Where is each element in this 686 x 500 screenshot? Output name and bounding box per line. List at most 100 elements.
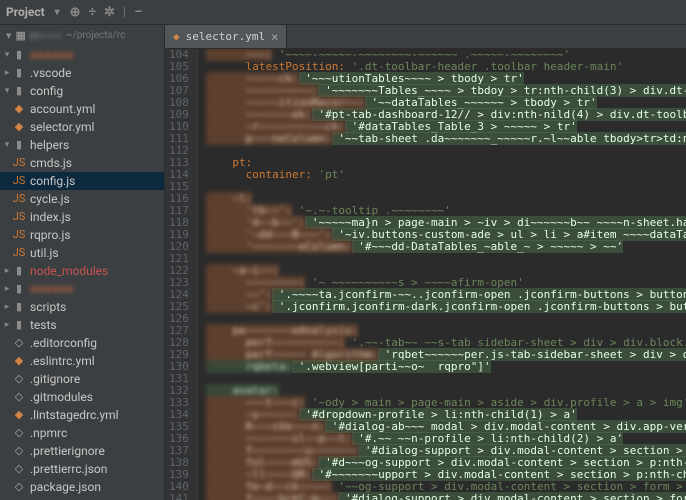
project-sidebar: ▾ ▦ rc~~~ ~/projects/rc ▾▮■■■■■■▸▮.vscod… [0,25,165,500]
tree-item-label: ■■■■■■ [30,47,74,63]
tree-row[interactable]: ▸▮.vscode [0,64,164,82]
tree-row[interactable]: ▸▮node_modules [0,262,164,280]
dir-icon: ▮ [12,83,26,99]
tree-row[interactable]: ◆selector.yml [0,118,164,136]
tree-row[interactable]: ◇.prettierignore [0,442,164,460]
tree-row[interactable]: ◇.prettierrc.json [0,460,164,478]
collapse-icon[interactable]: ÷ [89,5,96,20]
tree-row[interactable]: JSrqpro.js [0,226,164,244]
project-root-path: ~/projects/rc [66,30,126,41]
tab-selector-yml[interactable]: ◆ selector.yml × [165,25,287,48]
tree-row[interactable]: JSutil.js [0,244,164,262]
js-icon: JS [12,191,26,207]
tree-row[interactable]: ◇package.json [0,478,164,496]
tree-item-label: .npmrc [30,425,67,441]
tab-label: selector.yml [186,30,265,43]
yml-icon: ◆ [12,101,26,117]
cfg-icon: ◇ [12,479,26,495]
tree-item-label: ■■■■■■ [30,281,74,297]
tree-row[interactable]: ◇.gitmodules [0,388,164,406]
chevron-icon[interactable]: ▸ [2,299,12,315]
tree-row[interactable]: ◆account.yml [0,100,164,118]
code-area[interactable]: 1041051061071081091101111121131141151161… [165,49,686,500]
close-icon[interactable]: × [271,30,278,44]
tree-row[interactable]: ▸▮tests [0,316,164,334]
tree-item-label: index.js [30,209,71,225]
target-icon[interactable]: ⊕ [70,5,81,20]
tree-row[interactable]: JSconfig.js [0,172,164,190]
tree-item-label: account.yml [30,101,95,117]
dir-icon: ▮ [12,47,26,63]
tree-item-label: .prettierrc.json [30,461,107,477]
project-root-icon: ▦ [16,29,26,42]
cfg-icon: ◇ [12,389,26,405]
chevron-icon[interactable]: ▸ [2,317,12,333]
file-tree[interactable]: ▾▮■■■■■■▸▮.vscode▾▮config◆account.yml◆se… [0,44,164,500]
tree-item-label: .eslintrc.yml [30,353,95,369]
project-label: Project [6,5,45,19]
tree-row[interactable]: ◇package-lock.json [0,496,164,500]
tree-item-label: helpers [30,137,69,153]
chevron-icon[interactable]: ▾ [2,83,12,99]
project-root-name: rc~~~ [30,29,62,42]
tree-row[interactable]: ◇.editorconfig [0,334,164,352]
tab-bar: ◆ selector.yml × [165,25,686,49]
yml-icon: ◆ [12,119,26,135]
cfg-icon: ◇ [12,461,26,477]
tree-row[interactable]: JScmds.js [0,154,164,172]
tree-item-label: scripts [30,299,66,315]
hide-icon[interactable]: – [134,5,142,20]
chevron-icon[interactable]: ▾ [2,137,12,153]
dropdown-caret-icon[interactable]: ▾ [55,7,60,18]
tree-item-label: config [30,83,63,99]
dir-icon: ▮ [12,137,26,153]
chevron-icon[interactable]: ▸ [2,263,12,279]
tree-item-label: .prettierignore [30,443,105,459]
tree-row[interactable]: JScycle.js [0,190,164,208]
tree-row[interactable]: ▾▮■■■■■■ [0,46,164,64]
tree-row[interactable]: ▾▮helpers [0,136,164,154]
layout: ▾ ▦ rc~~~ ~/projects/rc ▾▮■■■■■■▸▮.vscod… [0,25,686,500]
tree-item-label: package.json [30,479,101,495]
tree-row[interactable]: ◆.lintstagedrc.yml [0,406,164,424]
tree-item-label: selector.yml [30,119,94,135]
yml-icon: ◆ [173,30,180,43]
chevron-icon[interactable]: ▸ [2,281,12,297]
editor: ◆ selector.yml × 10410510610710810911011… [165,25,686,500]
cfg-icon: ◇ [12,425,26,441]
tree-row[interactable]: ▸▮■■■■■■ [0,280,164,298]
tree-row[interactable]: ◇.npmrc [0,424,164,442]
tree-row[interactable]: JSindex.js [0,208,164,226]
tree-row[interactable]: ◇.gitignore [0,370,164,388]
tree-item-label: cmds.js [30,155,72,171]
line-gutter: 1041051061071081091101111121131141151161… [165,49,198,500]
tree-row[interactable]: ▾▮config [0,82,164,100]
yml-icon: ◆ [12,407,26,423]
dir-icon: ▮ [12,263,26,279]
dir-icon: ▮ [12,299,26,315]
dir-icon: ▮ [12,317,26,333]
project-root[interactable]: ▾ ▦ rc~~~ ~/projects/rc [0,27,164,44]
code-content[interactable]: ~~~: '~~~~-~~~~~-~~~~~~~~-~~~~~~ .~~~~~-… [198,49,686,500]
tree-item-label: .gitignore [30,371,80,387]
dir-icon: ▮ [12,65,26,81]
tree-item-label: .gitmodules [30,389,93,405]
tree-item-label: rqpro.js [30,227,71,243]
chevron-icon[interactable]: ▾ [2,47,12,63]
collapse-caret-icon[interactable]: ▾ [6,29,12,42]
cfg-icon: ◇ [12,443,26,459]
separator: | [123,5,126,20]
js-icon: JS [12,173,26,189]
dir-icon: ▮ [12,281,26,297]
tree-row[interactable]: ◆.eslintrc.yml [0,352,164,370]
tree-item-label: .editorconfig [30,335,97,351]
tree-item-label: cycle.js [30,191,70,207]
chevron-icon[interactable]: ▸ [2,65,12,81]
tree-item-label: util.js [30,245,59,261]
tree-row[interactable]: ▸▮scripts [0,298,164,316]
js-icon: JS [12,155,26,171]
js-icon: JS [12,245,26,261]
gear-icon[interactable]: ✲ [104,5,115,20]
cfg-icon: ◇ [12,335,26,351]
project-toolbar: Project ▾ ⊕ ÷ ✲ | – [0,0,686,25]
